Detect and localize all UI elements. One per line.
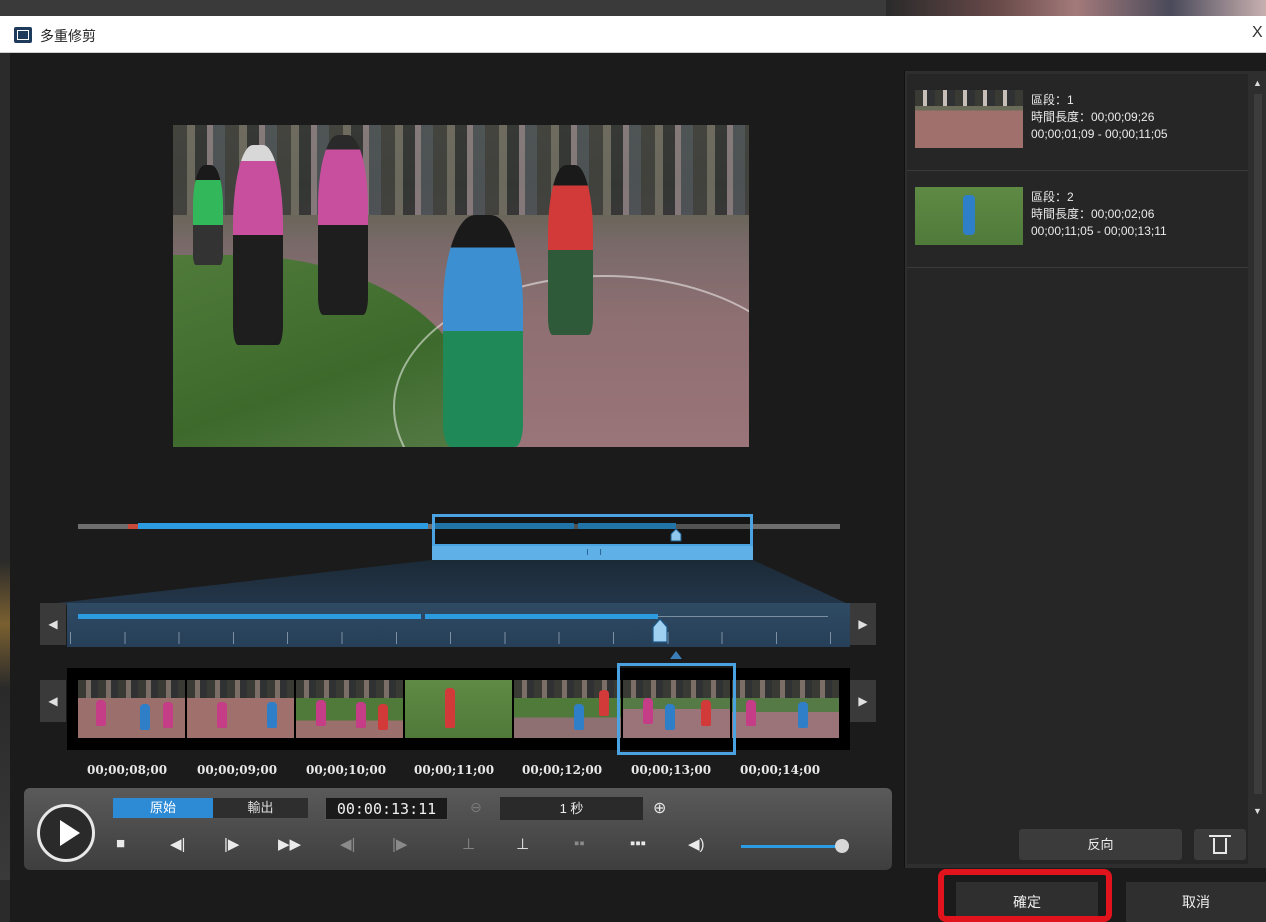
background-strip: [0, 0, 1266, 16]
current-time-display[interactable]: 00:00:13:11: [325, 797, 448, 820]
app-icon: [14, 27, 32, 43]
ruler-segment-1: [78, 614, 421, 619]
reverse-button[interactable]: 反向: [1019, 829, 1182, 860]
clip-range: 00;00;11;05 - 00;00;13;11: [1031, 224, 1167, 238]
zoom-out-icon[interactable]: ⊖: [470, 799, 482, 816]
timecode-label: 00;00;14;00: [740, 763, 821, 777]
ok-button-highlight: [938, 869, 1112, 922]
thumbnail-frame[interactable]: [732, 680, 839, 738]
clip-list-item[interactable]: 區段：1 時間長度：00;00;09;26 00;00;01;09 - 00;0…: [907, 74, 1248, 171]
tab-output[interactable]: 輸出: [213, 798, 308, 818]
overview-zoom-window[interactable]: [432, 514, 753, 547]
thumbnail-frame[interactable]: [78, 680, 185, 738]
volume-slider[interactable]: [741, 845, 841, 848]
selected-thumbnail-frame[interactable]: [617, 663, 736, 755]
clip-range: 00;00;01;09 - 00;00;11;05: [1031, 127, 1168, 141]
window-title: 多重修剪: [40, 28, 96, 44]
timecode-label: 00;00;08;00: [87, 763, 168, 777]
zoom-in-icon[interactable]: ⊕: [653, 798, 666, 818]
timecode-label: 00;00;13;00: [631, 763, 712, 777]
volume-icon[interactable]: ◀): [688, 835, 705, 853]
thumbnail-frame[interactable]: [514, 680, 621, 738]
ruler-playhead-icon[interactable]: [651, 617, 669, 643]
clip-thumbnail: [915, 187, 1023, 245]
prev-marker-icon: ◀|: [340, 836, 356, 853]
mark-out-icon[interactable]: ⊥: [516, 835, 529, 853]
scroll-up-icon[interactable]: ▲: [1253, 78, 1262, 88]
video-figure: [193, 165, 223, 265]
video-figure: [443, 215, 523, 447]
ruler-remaining-line: [658, 616, 828, 617]
timecode-label: 00;00;11;00: [414, 763, 495, 777]
ruler-right-arrow-button[interactable]: ▶: [850, 603, 876, 645]
overview-segment-1: [138, 523, 428, 529]
next-marker-icon: |▶: [392, 836, 408, 853]
tab-original[interactable]: 原始: [113, 798, 213, 818]
stop-icon[interactable]: ■: [116, 835, 125, 852]
timecode-label: 00;00;12;00: [522, 763, 603, 777]
multi-clip-icon[interactable]: ▪▪▪: [630, 835, 646, 852]
video-preview: [173, 125, 749, 447]
split-icon: ▪▪: [574, 835, 585, 852]
timeline-scale-select[interactable]: 1 秒: [500, 797, 643, 820]
ruler-segment-2: [425, 614, 658, 619]
clip-list-item[interactable]: 區段：2 時間長度：00;00;02;06 00;00;11;05 - 00;0…: [907, 171, 1248, 268]
background-photo-edge: [886, 0, 1266, 16]
fast-forward-icon[interactable]: ▶▶: [278, 835, 301, 853]
thumbnail-frame[interactable]: [187, 680, 294, 738]
video-figure: [548, 165, 593, 335]
clip-list-scrollbar[interactable]: [1254, 94, 1262, 794]
mark-in-icon: ⊥: [462, 836, 476, 853]
next-frame-icon[interactable]: |▶: [224, 835, 239, 853]
ruler-ticks: [70, 632, 848, 644]
clip-duration: 時間長度：00;00;02;06: [1031, 207, 1155, 221]
play-icon[interactable]: [37, 804, 95, 862]
thumbnail-frame[interactable]: [405, 680, 512, 738]
thumbs-left-arrow-button[interactable]: ◀: [40, 680, 66, 722]
scroll-down-icon[interactable]: ▼: [1253, 806, 1262, 816]
video-figure: [318, 135, 368, 315]
timecode-label: 00;00;10;00: [306, 763, 387, 777]
thumbs-right-arrow-button[interactable]: ▶: [850, 680, 876, 722]
clip-segment-label: 區段：1: [1031, 93, 1074, 107]
title-bar: [0, 16, 1266, 53]
ruler-left-arrow-button[interactable]: ◀: [40, 603, 66, 645]
thumbnail-frame[interactable]: [296, 680, 403, 738]
video-figure: [233, 145, 283, 345]
clip-duration: 時間長度：00;00;09;26: [1031, 110, 1155, 124]
trash-icon[interactable]: [1194, 829, 1246, 860]
overview-start-marker: [128, 524, 138, 529]
volume-slider-knob[interactable]: [835, 839, 849, 853]
background-edge: [0, 560, 10, 880]
clip-segment-label: 區段：2: [1031, 190, 1074, 204]
grip-icon[interactable]: [587, 549, 601, 555]
overview-playhead-icon[interactable]: [670, 528, 682, 542]
playhead-pointer: [670, 651, 682, 659]
prev-frame-icon[interactable]: ◀|: [170, 835, 185, 853]
close-icon[interactable]: X: [1252, 24, 1263, 42]
timecode-label: 00;00;09;00: [197, 763, 278, 777]
clip-thumbnail: [915, 90, 1023, 148]
cancel-button[interactable]: 取消: [1126, 882, 1266, 922]
